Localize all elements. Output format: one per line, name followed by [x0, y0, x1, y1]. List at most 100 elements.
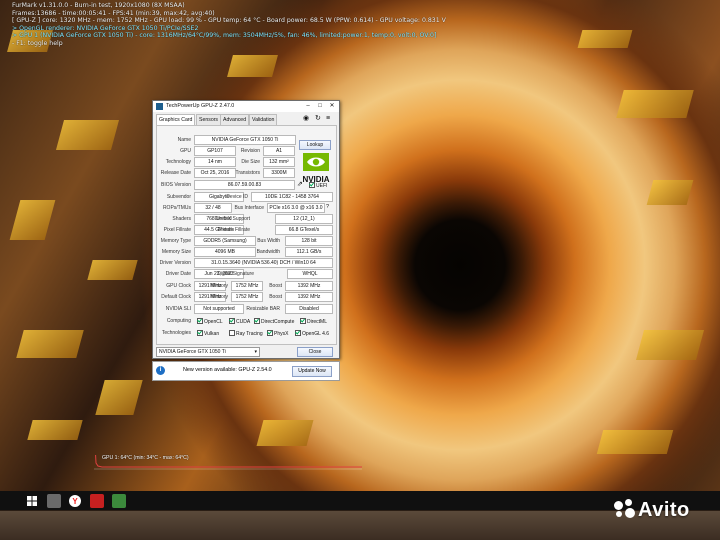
background-tile: [635, 330, 705, 360]
value-default-memory: 1752 MHz: [231, 292, 263, 302]
update-message: New version available: GPU-Z 2.54.0: [183, 367, 272, 373]
background-tile: [27, 420, 83, 440]
label-pixel-fillrate: Pixel Fillrate: [163, 227, 191, 233]
label-revision: Revision: [240, 148, 260, 154]
value-technology: 14 nm: [194, 157, 236, 167]
gpu-select-value: NVIDIA GeForce GTX 1050 Ti: [159, 349, 226, 355]
checkbox-label: Vulkan: [204, 331, 220, 337]
label-name: Name: [177, 137, 191, 143]
task-view-icon[interactable]: [47, 494, 61, 508]
background-tile: [95, 380, 143, 415]
gpuz-app-icon: [156, 103, 163, 110]
tab-graphics-card[interactable]: Graphics Card: [156, 114, 196, 125]
furmark-taskbar-icon[interactable]: [90, 494, 104, 508]
checkbox-opengl[interactable]: OpenGL 4.6: [295, 330, 329, 337]
value-driver-version: 31.0.15.3640 (NVIDIA 536.40) DCH / Win10…: [194, 258, 333, 268]
checkbox-label: OpenGL 4.6: [302, 331, 330, 337]
label-texture-fillrate: Texture Fillrate: [217, 227, 250, 233]
value-name: NVIDIA GeForce GTX 1050 Ti: [194, 135, 296, 145]
checkbox-opencl[interactable]: OpenCL: [197, 318, 223, 325]
value-digital-signature: WHQL: [287, 269, 333, 279]
value-die-size: 132 mm²: [263, 157, 295, 167]
info-icon: i: [156, 366, 165, 375]
gpuz-title-bar[interactable]: TechPowerUp GPU-Z 2.47.0 – □ ✕: [153, 101, 339, 112]
label-computing: Computing: [166, 318, 191, 324]
yandex-browser-icon[interactable]: Y: [68, 494, 82, 508]
tab-advanced[interactable]: Advanced: [220, 114, 250, 125]
background-tile: [596, 430, 674, 454]
tab-sensors[interactable]: Sensors: [196, 114, 222, 125]
value-gpu-boost: 1392 MHz: [285, 281, 333, 291]
nvidia-logo: NVIDIA: [299, 153, 333, 185]
monitor-bezel: [0, 511, 720, 540]
checkbox-label: OpenCL: [204, 319, 223, 325]
avito-wordmark: Avito: [638, 499, 690, 521]
background-tile: [16, 330, 84, 358]
uefi-checkbox[interactable]: UEFI: [309, 182, 327, 189]
label-release-date: Release Date: [160, 170, 191, 176]
temperature-line: [94, 455, 362, 470]
label-boost: Boost: [269, 283, 282, 289]
background-tile: [87, 260, 138, 280]
value-memory-size: 4096 MB: [194, 247, 256, 257]
refresh-icon[interactable]: ↻: [315, 115, 321, 123]
tab-validation[interactable]: Validation: [249, 114, 278, 125]
camera-icon[interactable]: ◉: [303, 115, 309, 123]
checkbox-label: PhysX: [274, 331, 289, 337]
maximize-icon[interactable]: □: [315, 101, 325, 112]
background-tile: [646, 180, 694, 205]
windows-start-icon[interactable]: [25, 494, 39, 508]
value-default-boost: 1392 MHz: [285, 292, 333, 302]
value-nvidia-sli: Not supported: [194, 304, 244, 314]
value-transistors: 3300M: [263, 168, 295, 178]
label-nvidia-sli: NVIDIA SLI: [165, 306, 191, 312]
label-technologies: Technologies: [161, 330, 191, 336]
label-technology: Technology: [165, 159, 191, 165]
value-directx-support: 12 (12_1): [275, 214, 333, 224]
lookup-button[interactable]: Lookup: [299, 140, 331, 150]
close-button[interactable]: Close: [297, 347, 333, 357]
label-bios-version: BIOS Version: [160, 182, 191, 188]
checkbox-directml[interactable]: DirectML: [300, 318, 327, 325]
label-die-size: Die Size: [241, 159, 260, 165]
value-resizable-bar: Disabled: [285, 304, 333, 314]
label-gpu: GPU: [180, 148, 191, 154]
label-driver-version: Driver Version: [159, 260, 191, 266]
checkbox-directcompute[interactable]: DirectCompute: [254, 318, 294, 325]
value-bios-version: 86.07.59.00.83: [194, 180, 295, 190]
temperature-graph: GPU 1: 64°C (min: 34°C - max: 64°C): [94, 455, 364, 495]
close-icon[interactable]: ✕: [327, 101, 337, 112]
checkbox-ray-tracing[interactable]: Ray Tracing: [229, 330, 263, 337]
label-boost: Boost: [269, 294, 282, 300]
update-now-button[interactable]: Update Now: [292, 366, 332, 377]
value-bus-interface: PCIe x16 3.0 @ x16 3.0: [267, 203, 325, 213]
checkbox-cuda[interactable]: CUDA: [229, 318, 250, 325]
checkbox-label: Ray Tracing: [236, 331, 263, 337]
menu-icon[interactable]: ≡: [326, 115, 330, 123]
label-memory-type: Memory Type: [160, 238, 191, 244]
share-icon[interactable]: ⇗: [297, 180, 303, 188]
window-title: TechPowerUp GPU-Z 2.47.0: [166, 103, 235, 109]
checkbox-label: DirectCompute: [261, 319, 295, 325]
label-driver-date: Driver Date: [165, 271, 191, 277]
minimize-icon[interactable]: –: [303, 101, 313, 112]
value-texture-fillrate: 66.8 GTexel/s: [275, 225, 333, 235]
value-bandwidth: 112.1 GB/s: [285, 247, 333, 257]
value-memory-type: GDDR5 (Samsung): [194, 236, 256, 246]
update-notice: i New version available: GPU-Z 2.54.0 Up…: [152, 361, 340, 381]
svg-text:Y: Y: [72, 497, 78, 506]
gpuz-taskbar-icon[interactable]: [112, 494, 126, 508]
avito-logo-icon: [614, 499, 636, 519]
furmark-osd: FurMark v1.31.0.0 - Burn-in test, 1920x1…: [12, 2, 446, 48]
gpu-select[interactable]: NVIDIA GeForce GTX 1050 Ti ▾: [156, 347, 260, 357]
background-tile: [227, 55, 278, 77]
label-bus-interface: Bus Interface: [234, 205, 264, 211]
checkbox-physx[interactable]: PhysX: [267, 330, 288, 337]
checkbox-vulkan[interactable]: Vulkan: [197, 330, 219, 337]
chevron-down-icon: ▾: [254, 349, 257, 355]
osd-line: [ GPU-Z ] core: 1320 MHz - mem: 1752 MHz…: [12, 17, 446, 25]
help-icon[interactable]: ?: [326, 204, 329, 210]
label-transistors: Transistors: [235, 170, 260, 176]
label-memory-size: Memory Size: [161, 249, 191, 255]
background-tile: [55, 120, 120, 150]
